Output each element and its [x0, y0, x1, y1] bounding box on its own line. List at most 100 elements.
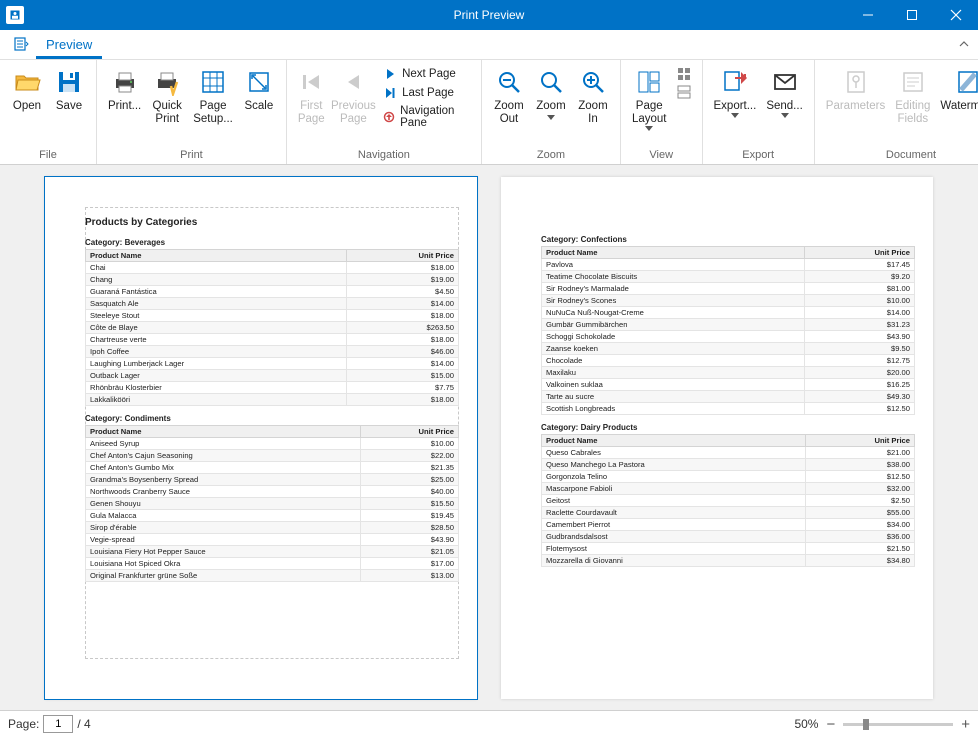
- table-row: Lakkalikööri$18.00: [86, 394, 459, 406]
- collapse-ribbon-button[interactable]: [958, 38, 970, 53]
- table-row: Flotemysost$21.50: [542, 543, 915, 555]
- cell-price: $55.00: [806, 507, 915, 519]
- export-label: Export...: [714, 100, 757, 113]
- maximize-button[interactable]: [890, 0, 934, 30]
- cell-price: $81.00: [805, 283, 915, 295]
- table-row: Pavlova$17.45: [542, 259, 915, 271]
- cell-name: Scottish Longbreads: [542, 403, 805, 415]
- preview-page-1[interactable]: Products by CategoriesCategory: Beverage…: [45, 177, 477, 699]
- cell-price: $38.00: [806, 459, 915, 471]
- cell-name: Chef Anton's Gumbo Mix: [86, 462, 361, 474]
- group-print-label: Print: [97, 149, 286, 164]
- minimize-button[interactable]: [846, 0, 890, 30]
- preview-workspace[interactable]: Products by CategoriesCategory: Beverage…: [0, 165, 978, 710]
- page-layout-button[interactable]: Page Layout: [627, 64, 672, 133]
- scale-button[interactable]: Scale: [238, 64, 280, 115]
- table-row: Sirop d'érable$28.50: [86, 522, 459, 534]
- col-unit-price: Unit Price: [346, 250, 458, 262]
- page-number-input[interactable]: [43, 715, 73, 733]
- window-controls: [846, 0, 978, 30]
- menu-bar: Preview: [0, 30, 978, 60]
- zoom-plus-button[interactable]: +: [961, 716, 970, 733]
- table-row: Queso Manchego La Pastora$38.00: [542, 459, 915, 471]
- cell-name: Gorgonzola Telino: [542, 471, 806, 483]
- page-control: Page: / 4: [8, 715, 91, 733]
- group-export: Export... Send... Export: [703, 60, 815, 164]
- table-row: Sasquatch Ale$14.00: [86, 298, 459, 310]
- table-row: Outback Lager$15.00: [86, 370, 459, 382]
- table-row: Gudbrandsdalsost$36.00: [542, 531, 915, 543]
- zoom-button[interactable]: Zoom: [530, 64, 572, 122]
- cell-price: $43.90: [805, 331, 915, 343]
- zoom-percent: 50%: [794, 717, 818, 731]
- next-page-button[interactable]: Next Page: [381, 66, 471, 82]
- cell-price: $9.50: [805, 343, 915, 355]
- app-icon: [6, 6, 24, 24]
- table-row: Queso Cabrales$21.00: [542, 447, 915, 459]
- watermark-button[interactable]: Watermark: [935, 64, 978, 115]
- table-row: Chocolade$12.75: [542, 355, 915, 367]
- zoom-minus-button[interactable]: −: [826, 716, 835, 733]
- category-header: Category: Dairy Products: [541, 423, 915, 432]
- cell-name: Grandma's Boysenberry Spread: [86, 474, 361, 486]
- print-button[interactable]: Print...: [103, 64, 146, 115]
- zoom-label: Zoom: [536, 100, 565, 113]
- window-title: Print Preview: [454, 8, 525, 22]
- col-product-name: Product Name: [542, 247, 805, 259]
- cell-price: $31.23: [805, 319, 915, 331]
- cell-price: $14.00: [346, 298, 458, 310]
- zoom-in-label: Zoom In: [578, 100, 607, 125]
- cell-name: Tarte au sucre: [542, 391, 805, 403]
- cell-price: $18.00: [346, 394, 458, 406]
- continuous-button[interactable]: [676, 84, 692, 100]
- preview-page-2[interactable]: Category: ConfectionsProduct NameUnit Pr…: [501, 177, 933, 699]
- zoom-slider-thumb[interactable]: [863, 719, 869, 730]
- zoom-out-icon: [493, 66, 525, 98]
- product-table: Product NameUnit PriceChai$18.00Chang$19…: [85, 249, 459, 406]
- last-page-button[interactable]: Last Page: [381, 85, 471, 101]
- cell-name: Louisiana Hot Spiced Okra: [86, 558, 361, 570]
- group-navigation: First Page Previous Page Next Page Last …: [287, 60, 482, 164]
- tab-preview[interactable]: Preview: [36, 31, 102, 59]
- parameters-label: Parameters: [826, 100, 885, 113]
- cell-price: $18.00: [346, 334, 458, 346]
- title-bar: Print Preview: [0, 0, 978, 30]
- close-button[interactable]: [934, 0, 978, 30]
- col-product-name: Product Name: [542, 435, 806, 447]
- cell-name: Sir Rodney's Marmalade: [542, 283, 805, 295]
- cell-name: Geitost: [542, 495, 806, 507]
- cell-name: Lakkalikööri: [86, 394, 347, 406]
- cell-price: $20.00: [805, 367, 915, 379]
- cell-name: Gumbär Gummibärchen: [542, 319, 805, 331]
- file-menu-button[interactable]: [6, 29, 36, 59]
- group-zoom: Zoom Out Zoom Zoom In Zoom: [482, 60, 621, 164]
- cell-price: $263.50: [346, 322, 458, 334]
- cell-name: Northwoods Cranberry Sauce: [86, 486, 361, 498]
- send-button[interactable]: Send...: [761, 64, 807, 120]
- cell-price: $22.00: [360, 450, 458, 462]
- open-button[interactable]: Open: [6, 64, 48, 115]
- parameters-button: Parameters: [821, 64, 890, 115]
- cell-name: Raclette Courdavault: [542, 507, 806, 519]
- page-setup-button[interactable]: Page Setup...: [188, 64, 238, 127]
- cell-name: Chai: [86, 262, 347, 274]
- export-button[interactable]: Export...: [709, 64, 762, 120]
- cell-name: Flotemysost: [542, 543, 806, 555]
- save-button[interactable]: Save: [48, 64, 90, 115]
- zoom-slider[interactable]: [843, 723, 953, 726]
- page-layout-icon: [633, 66, 665, 98]
- thumbnails-button[interactable]: [676, 66, 692, 82]
- cell-name: Maxilaku: [542, 367, 805, 379]
- table-row: Teatime Chocolate Biscuits$9.20: [542, 271, 915, 283]
- zoom-in-button[interactable]: Zoom In: [572, 64, 614, 127]
- cell-name: Sirop d'érable: [86, 522, 361, 534]
- cell-price: $19.45: [360, 510, 458, 522]
- col-unit-price: Unit Price: [806, 435, 915, 447]
- table-row: Louisiana Hot Spiced Okra$17.00: [86, 558, 459, 570]
- zoom-out-button[interactable]: Zoom Out: [488, 64, 530, 127]
- category-header: Category: Condiments: [85, 414, 459, 423]
- nav-pane-button[interactable]: Navigation Pane: [381, 104, 471, 130]
- quick-print-button[interactable]: Quick Print: [146, 64, 188, 127]
- cell-name: Pavlova: [542, 259, 805, 271]
- table-row: Maxilaku$20.00: [542, 367, 915, 379]
